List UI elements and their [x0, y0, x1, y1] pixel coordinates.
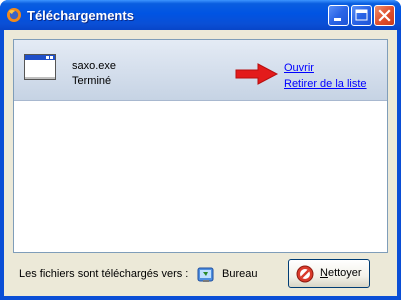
maximize-button[interactable]: [351, 5, 372, 26]
clean-up-button-label: Nettoyer: [320, 267, 362, 279]
window-body: saxo.exe Terminé Ouvrir Retirer de la li…: [4, 30, 397, 296]
window-title: Téléchargements: [27, 8, 134, 23]
download-folder-name[interactable]: Bureau: [222, 268, 257, 280]
remove-from-list-link[interactable]: Retirer de la liste: [284, 78, 367, 90]
application-window-icon: [24, 54, 56, 80]
downloads-list[interactable]: saxo.exe Terminé Ouvrir Retirer de la li…: [13, 39, 388, 253]
downloads-window: Téléchargements saxo.exe Terminé Ouvrir …: [0, 0, 401, 300]
file-name: saxo.exe: [72, 60, 117, 72]
maximize-icon: [355, 9, 368, 21]
clean-up-button[interactable]: Nettoyer: [288, 259, 370, 288]
download-location-label: Les fichiers sont téléchargés vers :: [19, 268, 189, 280]
download-status: Terminé: [72, 75, 112, 87]
download-item[interactable]: saxo.exe Terminé Ouvrir Retirer de la li…: [14, 40, 387, 101]
no-entry-icon: [296, 265, 314, 283]
close-button[interactable]: [374, 5, 395, 26]
minimize-button[interactable]: [328, 5, 349, 26]
title-bar[interactable]: Téléchargements: [0, 0, 401, 30]
minimize-icon: [334, 18, 341, 21]
open-link[interactable]: Ouvrir: [284, 62, 314, 74]
desktop-folder-icon[interactable]: [197, 265, 215, 283]
red-arrow-icon: [235, 63, 279, 85]
firefox-icon: [7, 8, 21, 22]
close-icon: [378, 9, 391, 22]
